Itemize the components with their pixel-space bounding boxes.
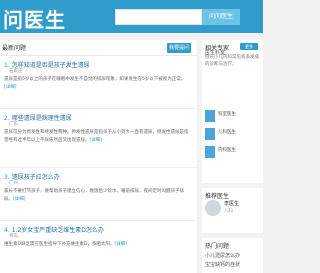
doctor-link[interactable]: 儿科医生 [205, 128, 261, 140]
search-input[interactable] [115, 9, 202, 25]
top-banner: 问医生 问问医生 [0, 0, 263, 33]
question-body-text: 家长不要打骂孩子，要帮助孩子建立信心，晚饭后少饮水，睡前排尿，夜间定时叫醒孩子排… [4, 189, 184, 202]
search-button[interactable]: 问问医生 [202, 9, 240, 25]
doctor-department: 儿科 [224, 209, 233, 214]
question-title-text: 遗尿孩子应怎么办 [11, 174, 60, 181]
question-location: 广东 [9, 122, 18, 127]
question-body-text: 遗尿是指5岁以上的孩子在睡眠中发生不自觉的排尿现象，如果发生在5岁以下被视为正常… [4, 77, 186, 82]
question-body: 家长不要打骂孩子，要帮助孩子建立信心，晚饭后少饮水，睡前排尿，夜间定时叫醒孩子排… [4, 188, 191, 203]
doctor-link-label: 科室医生 [218, 112, 236, 117]
box-title: 推荐医生 [205, 193, 230, 200]
question-item: 1. 怎样知道是否是孩子发生遗尿 石家庄 遗尿是指5岁以上的孩子在睡眠中发生不自觉… [0, 57, 197, 109]
latest-questions-panel: 最新问题 我要提问 1. 怎样知道是否是孩子发生遗尿 石家庄 遗尿是指5岁以上的孩… [0, 40, 197, 273]
question-item: 3. 遗尿孩子应怎么办 广州 家长不要打骂孩子，要帮助孩子建立信心，晚饭后少饮水，… [0, 169, 197, 221]
site-logo[interactable]: 问医生 [3, 4, 66, 33]
question-body: 遗尿可分为原发性和继发性两种。原发性遗尿是指孩子从小到大一直有遗尿，继发性遗尿是… [4, 129, 191, 144]
detail-link[interactable]: [详细] [90, 138, 103, 143]
expert-description: 擅长小儿内科常见病多发病的诊断与治疗。 [205, 55, 259, 67]
document-icon [205, 110, 215, 122]
doctor-name[interactable]: 李医生 [224, 200, 239, 207]
detail-link[interactable]: [详细] [4, 85, 17, 90]
detail-link[interactable]: [详细] [114, 242, 127, 247]
question-item: 4. 1.2岁女宝严重缺乏维生素D怎么办 青岛 维生素D缺乏需在医生指导下补充维生… [0, 222, 197, 273]
doctor-link-label: 儿科医生 [218, 130, 236, 135]
related-experts-box: 相关专家 更多 医生科室 擅长小儿内科常见病多发病的诊断与治疗。 科室医生 儿科… [202, 40, 263, 183]
document-icon [205, 146, 215, 158]
panel-title: 最新问题 [2, 45, 27, 52]
question-item: 2. 哪些遗尿是病理性遗尿 广东 遗尿可分为原发性和继发性两种。原发性遗尿是指孩子… [0, 110, 197, 168]
more-button[interactable]: 更多 [240, 43, 258, 50]
doctor-link[interactable]: 科室医生 [205, 110, 261, 122]
detail-link[interactable]: [详细] [13, 197, 26, 202]
question-title-text: 怎样知道是否是孩子发生遗尿 [11, 62, 90, 69]
question-title-text: 1.2岁女宝严重缺乏维生素D怎么办 [11, 227, 104, 234]
hot-question-link[interactable]: 宝宝缺钙的症状 [205, 261, 240, 268]
recommended-doctor-box: 推荐医生 李医生 儿科 [202, 188, 263, 233]
question-title-text: 哪些遗尿是病理性遗尿 [11, 115, 72, 122]
question-location: 石家庄 [9, 69, 23, 74]
question-body: 维生素D缺乏需在医生指导下补充维生素D，多晒太阳，[详细] [4, 241, 191, 249]
doctor-link-label: 内科医生 [218, 148, 236, 153]
question-body: 遗尿是指5岁以上的孩子在睡眠中发生不自觉的排尿现象，如果发生在5岁以下被视为正常… [4, 76, 191, 91]
hot-question-link[interactable]: 小儿遗尿怎么办 [205, 252, 240, 259]
panel-header: 最新问题 我要提问 [0, 40, 197, 56]
question-location: 广州 [9, 181, 18, 186]
doctor-avatar[interactable] [205, 200, 221, 216]
question-body-text: 维生素D缺乏需在医生指导下补充维生素D，多晒太阳， [4, 242, 115, 247]
question-location: 青岛 [9, 234, 18, 239]
box-title: 热门问题 [205, 243, 230, 250]
ask-question-button[interactable]: 我要提问 [167, 43, 191, 53]
hot-questions-box: 热门问题 小儿遗尿怎么办 宝宝缺钙的症状 [202, 238, 263, 273]
question-title[interactable]: 4. 1.2岁女宝严重缺乏维生素D怎么办 [4, 225, 104, 234]
doctor-link[interactable]: 内科医生 [205, 146, 261, 158]
document-icon [205, 128, 215, 140]
